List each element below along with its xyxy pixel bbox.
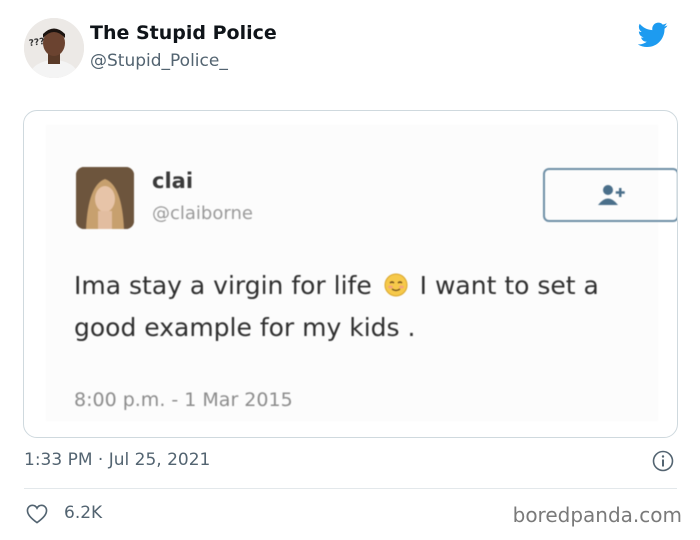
embedded-author-avatar [76, 167, 134, 229]
twitter-bird-icon[interactable] [638, 22, 668, 48]
follow-user-icon [598, 185, 625, 205]
embedded-tweet-card: clai @claiborne Ima stay a virgin for li… [46, 125, 677, 421]
divider [24, 488, 677, 489]
tweet-text-part-1: Ima stay a virgin for life [74, 271, 372, 300]
author-handle[interactable]: @Stupid_Police_ [90, 51, 228, 71]
like-count[interactable]: 6.2K [64, 503, 102, 523]
author-name[interactable]: The Stupid Police [90, 22, 277, 44]
embedded-author-handle: @claiborne [152, 203, 253, 224]
embedded-tweet-screenshot[interactable]: clai @claiborne Ima stay a virgin for li… [23, 110, 678, 438]
embedded-tweet-text: Ima stay a virgin for life I want to set… [74, 265, 664, 349]
follow-button [543, 168, 677, 222]
info-icon[interactable] [652, 450, 674, 472]
smiling-face-emoji-icon [384, 273, 408, 297]
tweet-timestamp[interactable]: 1:33 PM · Jul 25, 2021 [24, 450, 210, 470]
embedded-author-name: clai [152, 169, 194, 193]
watermark: boredpanda.com [512, 503, 682, 527]
woman-photo-avatar-icon [76, 167, 134, 229]
author-avatar[interactable]: ??? [24, 18, 84, 78]
embedded-tweet-timestamp: 8:00 p.m. - 1 Mar 2015 [74, 389, 293, 411]
heart-icon[interactable] [26, 504, 48, 524]
tweet-header: ??? The Stupid Police @Stupid_Police_ [24, 18, 676, 80]
